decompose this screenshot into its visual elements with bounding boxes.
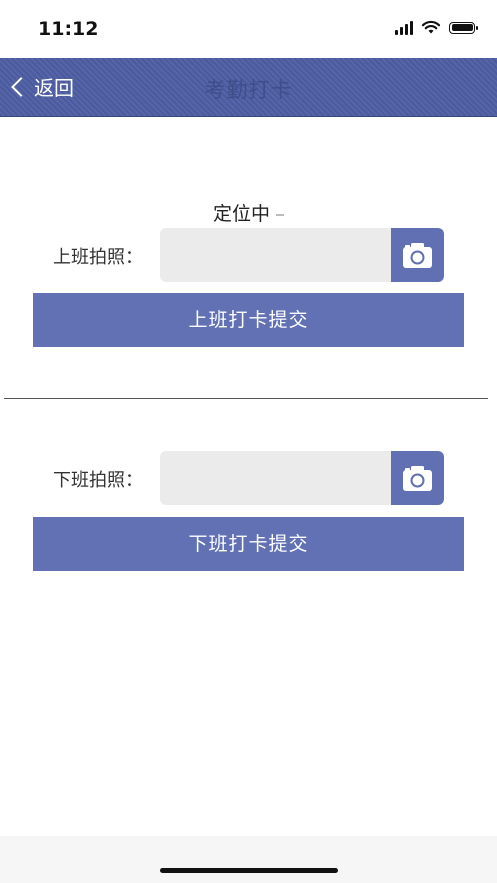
status-icons bbox=[395, 20, 478, 35]
clock-out-photo-field[interactable] bbox=[160, 451, 391, 505]
camera-icon bbox=[403, 243, 432, 268]
clock-in-submit-button[interactable]: 上班打卡提交 bbox=[33, 293, 464, 347]
clock-out-camera-button[interactable] bbox=[391, 451, 444, 505]
camera-icon bbox=[403, 466, 432, 491]
clock-in-camera-button[interactable] bbox=[391, 228, 444, 282]
clock-out-photo-label: 下班拍照： bbox=[53, 470, 143, 491]
page-title: 考勤打卡 bbox=[204, 78, 293, 102]
clock-out-submit-button[interactable]: 下班打卡提交 bbox=[33, 517, 464, 571]
status-bar: 11:12 bbox=[0, 0, 497, 58]
bottom-bar bbox=[0, 836, 497, 883]
nav-bar: 返回 考勤打卡 bbox=[0, 58, 497, 117]
section-divider bbox=[4, 398, 488, 399]
cellular-signal-icon bbox=[395, 20, 413, 35]
home-indicator[interactable] bbox=[160, 868, 338, 873]
location-status-text: 定位中 bbox=[212, 203, 270, 225]
wifi-icon bbox=[421, 20, 441, 34]
clock-in-photo-field[interactable] bbox=[160, 228, 391, 282]
clock-out-photo-row: 下班拍照： bbox=[0, 451, 497, 505]
clock-in-photo-label: 上班拍照： bbox=[53, 247, 143, 268]
status-time: 11:12 bbox=[38, 18, 99, 40]
battery-icon bbox=[449, 21, 478, 34]
loading-indicator bbox=[276, 213, 284, 216]
location-status: 定位中 bbox=[0, 199, 497, 226]
clock-in-photo-row: 上班拍照： bbox=[0, 228, 497, 282]
